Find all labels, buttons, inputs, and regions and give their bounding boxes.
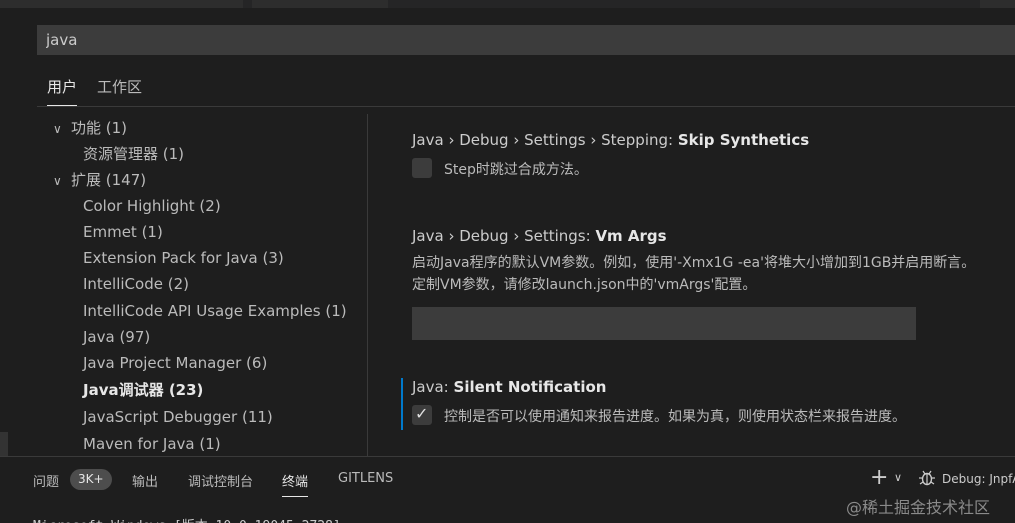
- debug-config-label[interactable]: Debug: JnpfA: [942, 472, 1015, 486]
- editor-tab[interactable]: [0, 0, 243, 8]
- toc-item-intellicode-api[interactable]: IntelliCode API Usage Examples (1): [83, 298, 347, 324]
- vm-args-description: 启动Java程序的默认VM参数。例如，使用'-Xmx1G -ea'将堆大小增加到…: [412, 255, 976, 271]
- terminal-output-line: Microsoft Windows [版本 10.0.19045.2728]: [33, 515, 341, 523]
- settings-toc: ∨ 功能 (1) 资源管理器 (1) ∨ 扩展 (147) Color Highli…: [37, 114, 367, 456]
- toc-item-java-project-manager[interactable]: Java Project Manager (6): [83, 350, 267, 376]
- check-icon: ✓: [415, 404, 429, 423]
- setting-title-skip-synthetics: Java › Debug › Settings › Stepping: Skip…: [412, 131, 810, 149]
- toc-item-intellicode[interactable]: IntelliCode (2): [83, 271, 189, 297]
- toc-item-color-highlight[interactable]: Color Highlight (2): [83, 193, 221, 219]
- skip-synthetics-label: Step时跳过合成方法。: [444, 162, 588, 178]
- chevron-down-icon[interactable]: ∨: [894, 471, 902, 484]
- toc-item-java[interactable]: Java (97): [83, 324, 150, 350]
- toc-item-features[interactable]: ∨ 功能 (1): [53, 115, 127, 141]
- panel-tab-gitlens[interactable]: GITLENS: [338, 471, 393, 486]
- bottom-panel: 问题 3K+ 输出 调试控制台 终端 GITLENS + ∨ Debug: Jn…: [0, 456, 1015, 523]
- vm-args-input[interactable]: [412, 307, 916, 340]
- problems-count-badge: 3K+: [70, 469, 112, 490]
- tab-workspace[interactable]: 工作区: [97, 76, 142, 105]
- toc-item-java-extension-pack[interactable]: Extension Pack for Java (3): [83, 245, 284, 271]
- tab-user[interactable]: 用户: [47, 76, 78, 106]
- settings-search-input[interactable]: [38, 26, 1014, 54]
- panel-tab-debug-console[interactable]: 调试控制台: [188, 471, 253, 490]
- setting-title-silent-notification: Java: Silent Notification: [412, 378, 607, 396]
- editor-tab[interactable]: [980, 0, 1015, 8]
- toc-item-explorer[interactable]: 资源管理器 (1): [83, 141, 184, 167]
- left-gutter: [0, 8, 24, 456]
- focused-setting-indicator: [401, 378, 403, 430]
- toc-item-java-debugger[interactable]: Java调试器 (23): [83, 377, 203, 403]
- toc-item-javascript-debugger[interactable]: JavaScript Debugger (11): [83, 404, 273, 430]
- toc-item-emmet[interactable]: Emmet (1): [83, 219, 163, 245]
- settings-scope-tabs: 用户 工作区: [37, 70, 1015, 107]
- toc-item-maven[interactable]: Maven for Java (1): [83, 431, 221, 456]
- panel-tab-problems[interactable]: 问题: [33, 471, 59, 490]
- plus-icon[interactable]: +: [870, 465, 888, 490]
- bug-icon[interactable]: [918, 469, 936, 487]
- scroll-marker: [0, 432, 8, 456]
- silent-notification-checkbox[interactable]: ✓: [412, 404, 432, 425]
- skip-synthetics-checkbox[interactable]: [412, 158, 432, 178]
- settings-search-box[interactable]: [37, 25, 1015, 55]
- watermark: @稀土掘金技术社区: [846, 498, 991, 517]
- panel-tab-output[interactable]: 输出: [132, 471, 158, 490]
- settings-list: Java › Debug › Settings › Stepping: Skip…: [368, 114, 1015, 456]
- editor-tab[interactable]: [252, 0, 388, 8]
- chevron-down-icon: ∨: [53, 122, 62, 136]
- vm-args-description-2: 定制VM参数，请修改launch.json中的'vmArgs'配置。: [412, 277, 757, 293]
- toc-item-extensions[interactable]: ∨ 扩展 (147): [53, 167, 146, 193]
- editor-tab-strip: [0, 0, 1015, 8]
- panel-tab-terminal[interactable]: 终端: [282, 471, 309, 497]
- silent-notification-label: 控制是否可以使用通知来报告进度。如果为真，则使用状态栏来报告进度。: [444, 409, 906, 425]
- chevron-down-icon: ∨: [53, 174, 62, 188]
- setting-title-vm-args: Java › Debug › Settings: Vm Args: [412, 227, 667, 245]
